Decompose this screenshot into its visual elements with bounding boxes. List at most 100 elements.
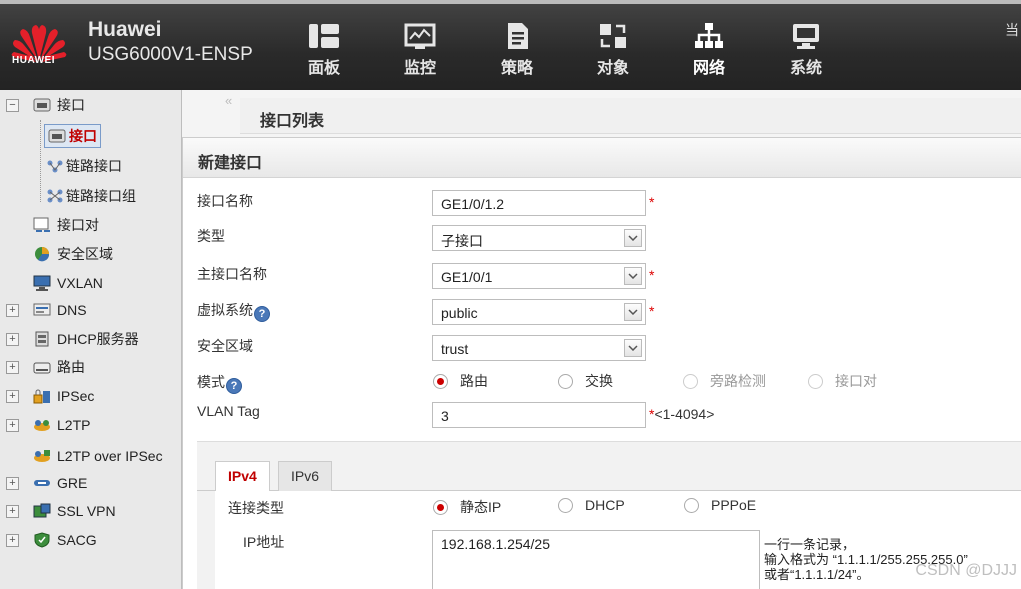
nav-policy[interactable]: 策略: [487, 22, 547, 78]
virtual-system-value: public: [441, 305, 478, 321]
vlan-tag-input[interactable]: 3: [432, 402, 646, 428]
nav-system[interactable]: 系统: [776, 22, 836, 78]
radio-label: 接口对: [835, 373, 877, 389]
expand-toggle[interactable]: +: [6, 360, 19, 374]
vlan-range-text: <1-4094>: [654, 406, 715, 422]
nav-label: 网络: [692, 60, 725, 77]
expand-toggle[interactable]: +: [6, 476, 19, 490]
tab-ipv6[interactable]: IPv6: [278, 461, 333, 492]
chevron-down-icon[interactable]: [624, 339, 642, 357]
chevron-down-icon[interactable]: [624, 303, 642, 321]
nav-network[interactable]: 网络: [679, 22, 739, 78]
interface-name-input[interactable]: GE1/0/1.2: [432, 190, 646, 216]
conn-radio-static-ip[interactable]: 静态IP: [433, 497, 501, 517]
sidebar-item-gre[interactable]: + GRE: [0, 470, 87, 496]
conn-radio-dhcp[interactable]: DHCP: [558, 497, 625, 513]
link-group-icon: [47, 189, 63, 203]
main-interface-select[interactable]: GE1/0/1: [432, 263, 646, 289]
object-icon: [600, 24, 626, 48]
sidebar-item-l2tp-over-ipsec[interactable]: L2TP over IPSec: [0, 443, 163, 469]
sidebar-item-link-interface[interactable]: 链路接口: [46, 153, 122, 179]
link-icon: [47, 160, 63, 173]
top-right-text[interactable]: 当: [1005, 20, 1019, 40]
radio-button[interactable]: [558, 497, 573, 513]
mode-radio-interface-pair: 接口对: [808, 371, 877, 391]
radio-button[interactable]: [558, 373, 573, 389]
radio-label: 旁路检测: [710, 373, 766, 389]
expand-toggle[interactable]: +: [6, 303, 19, 317]
sidebar-item-dns[interactable]: + DNS: [0, 297, 87, 323]
connection-type-label: 连接类型: [228, 500, 284, 516]
sidebar-item-label: 接口: [57, 97, 85, 113]
expand-toggle[interactable]: +: [6, 332, 19, 346]
sidebar-item-ssl-vpn[interactable]: + SSL VPN: [0, 498, 116, 524]
radio-button-disabled: [808, 373, 823, 389]
sidebar-item-l2tp[interactable]: + L2TP: [0, 412, 90, 438]
nav-monitor[interactable]: 监控: [390, 22, 450, 78]
required-mark: *: [649, 267, 655, 283]
sidebar-item-sacg[interactable]: + SACG: [0, 527, 97, 553]
policy-icon: [508, 23, 528, 49]
main-interface-label: 主接口名称: [197, 266, 267, 282]
virtual-system-label: 虚拟系统?: [197, 300, 270, 322]
l2tp-over-ipsec-icon: [34, 450, 50, 462]
mode-radio-switch[interactable]: 交换: [558, 371, 613, 391]
sidebar-item-vxlan[interactable]: VXLAN: [0, 270, 103, 296]
help-icon[interactable]: ?: [226, 378, 242, 394]
interface-list-title: 接口列表: [240, 98, 1021, 134]
ipsec-icon: [33, 389, 50, 404]
ip-address-textarea[interactable]: 192.168.1.254/25: [432, 530, 760, 589]
type-select[interactable]: 子接口: [432, 225, 646, 251]
main-interface-value: GE1/0/1: [441, 269, 493, 285]
sidebar-item-ipsec[interactable]: + IPSec: [0, 383, 94, 409]
help-icon[interactable]: ?: [254, 306, 270, 322]
sidebar-item-label: SACG: [57, 532, 97, 548]
sidebar-item-label: DHCP服务器: [57, 331, 139, 347]
radio-button-disabled: [683, 373, 698, 389]
nav-dashboard[interactable]: 面板: [294, 22, 354, 78]
top-header: HUAWEI Huawei USG6000V1-ENSP 面板 监控 策略 对象…: [0, 0, 1021, 90]
security-zone-label: 安全区域: [197, 338, 253, 354]
radio-button[interactable]: [684, 497, 699, 513]
expand-toggle[interactable]: +: [6, 504, 19, 518]
radio-button-checked[interactable]: [433, 373, 448, 389]
collapse-toggle[interactable]: −: [6, 98, 19, 112]
radio-button-checked[interactable]: [433, 499, 448, 515]
expand-toggle[interactable]: +: [6, 418, 19, 432]
security-zone-select[interactable]: trust: [432, 335, 646, 361]
system-icon: [793, 24, 819, 49]
radio-label: 交换: [585, 373, 613, 389]
chevron-down-icon[interactable]: [624, 267, 642, 285]
radio-label: 静态IP: [460, 499, 502, 515]
sidebar-item-link-interface-group[interactable]: 链路接口组: [46, 183, 136, 209]
expand-toggle[interactable]: +: [6, 389, 19, 403]
sidebar-item-dhcp-server[interactable]: + DHCP服务器: [0, 326, 139, 352]
interface-pair-icon: [33, 217, 50, 232]
mode-radio-route[interactable]: 路由: [433, 371, 488, 391]
sidebar-item-interface-group[interactable]: − 接口: [0, 92, 85, 118]
sidebar-item-label: VXLAN: [57, 275, 103, 291]
chevron-down-icon[interactable]: [624, 229, 642, 247]
sidebar-collapse-button[interactable]: «: [225, 93, 232, 108]
sidebar-item-label: 接口对: [57, 217, 99, 233]
required-mark: *: [649, 303, 655, 319]
nav-label: 对象: [596, 60, 629, 77]
sidebar-item-route[interactable]: + 路由: [0, 354, 85, 380]
sidebar-item-interface-pair[interactable]: 接口对: [0, 212, 99, 238]
expand-toggle[interactable]: +: [6, 533, 19, 547]
conn-radio-pppoe[interactable]: PPPoE: [684, 497, 756, 513]
dashboard-icon: [309, 24, 339, 48]
sidebar-item-label: SSL VPN: [57, 503, 116, 519]
dhcp-server-icon: [35, 331, 49, 347]
tab-ipv4[interactable]: IPv4: [215, 461, 270, 493]
sidebar-item-interface[interactable]: 接口: [44, 123, 101, 149]
sidebar-item-security-zone[interactable]: 安全区域: [0, 241, 113, 267]
l2tp-icon: [34, 420, 50, 431]
mode-radio-bypass: 旁路检测: [683, 371, 766, 391]
sidebar-item-label: L2TP over IPSec: [57, 448, 163, 464]
interface-name-label: 接口名称: [197, 193, 253, 209]
virtual-system-select[interactable]: public: [432, 299, 646, 325]
nav-object[interactable]: 对象: [583, 22, 643, 78]
sidebar-item-label: 接口: [69, 128, 97, 144]
security-zone-icon: [35, 247, 50, 262]
